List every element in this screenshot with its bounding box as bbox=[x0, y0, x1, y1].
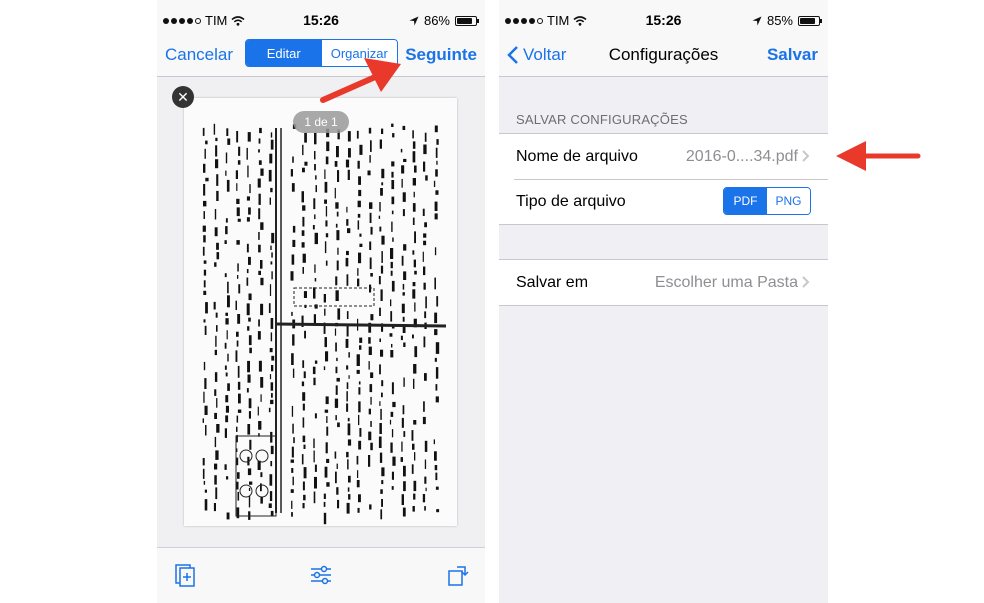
annotation-layer bbox=[320, 58, 921, 171]
annotation-arrow-next bbox=[320, 58, 401, 103]
annotation-arrow-filename bbox=[836, 141, 921, 171]
